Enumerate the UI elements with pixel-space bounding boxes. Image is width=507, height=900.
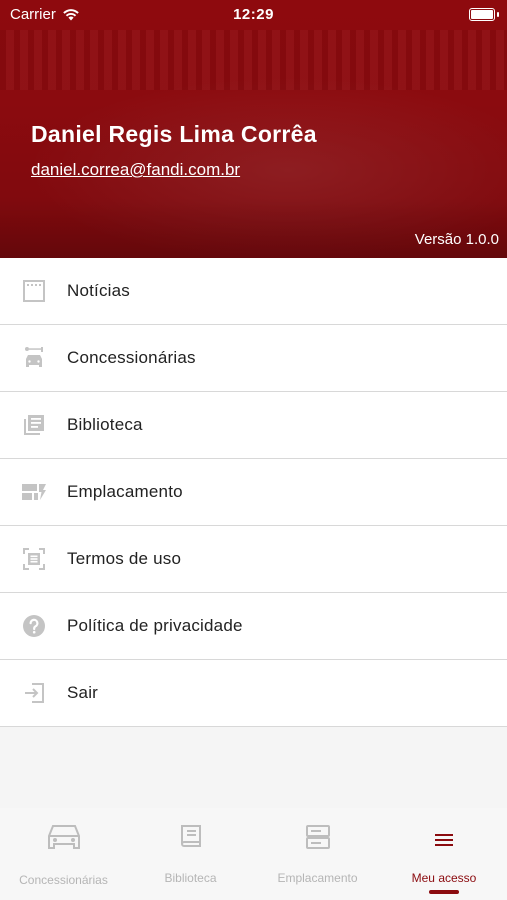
car-icon	[47, 825, 80, 849]
menu-item-noticias[interactable]: Notícias	[0, 258, 507, 325]
header-background-shade	[0, 198, 507, 258]
book-icon	[180, 825, 201, 847]
menu-icon	[435, 834, 453, 846]
menu-item-politica[interactable]: Política de privacidade	[0, 593, 507, 660]
tab-biblioteca[interactable]: Biblioteca	[127, 808, 254, 900]
profile-header: Carrier 12:29 Daniel Regis Lima Corrêa d…	[0, 0, 507, 258]
active-tab-indicator	[429, 890, 459, 894]
tab-emplacamento[interactable]: Emplacamento	[254, 808, 381, 900]
terms-icon	[21, 546, 47, 572]
server-icon	[305, 825, 330, 849]
menu-item-termos[interactable]: Termos de uso	[0, 526, 507, 593]
menu-item-concessionarias[interactable]: Concessionárias	[0, 325, 507, 392]
tab-concessionarias[interactable]: Concessionárias	[0, 808, 127, 900]
help-icon	[21, 613, 47, 639]
menu-item-label: Política de privacidade	[67, 616, 243, 635]
dealership-icon	[21, 345, 47, 371]
user-email-link[interactable]: daniel.correa@fandi.com.br	[31, 160, 240, 180]
tab-label: Emplacamento	[277, 871, 358, 885]
tab-label: Meu acesso	[411, 871, 477, 885]
logout-icon	[21, 680, 47, 706]
user-name: Daniel Regis Lima Corrêa	[31, 121, 317, 147]
menu-item-sair[interactable]: Sair	[0, 660, 507, 727]
clock: 12:29	[233, 6, 274, 23]
battery-icon	[469, 8, 499, 21]
app-version: Versão 1.0.0	[414, 231, 499, 248]
menu-item-label: Sair	[67, 683, 99, 702]
menu-list: Notícias Concessionárias Biblioteca Empl…	[0, 258, 507, 727]
menu-item-emplacamento[interactable]: Emplacamento	[0, 459, 507, 526]
tab-label: Concessionárias	[19, 873, 108, 887]
menu-item-label: Concessionárias	[67, 348, 196, 367]
menu-item-label: Biblioteca	[67, 415, 143, 434]
tab-meu-acesso[interactable]: Meu acesso	[381, 808, 507, 900]
menu-item-label: Notícias	[67, 281, 131, 300]
menu-item-label: Emplacamento	[67, 482, 183, 501]
tab-label: Biblioteca	[164, 871, 217, 885]
plate-icon	[21, 479, 47, 505]
menu-item-label: Termos de uso	[67, 549, 182, 568]
status-bar: Carrier 12:29	[0, 0, 507, 28]
tab-bar: Concessionárias Biblioteca Emplacamento …	[0, 808, 507, 900]
library-icon	[21, 412, 47, 438]
menu-item-biblioteca[interactable]: Biblioteca	[0, 392, 507, 459]
news-icon	[21, 278, 47, 304]
